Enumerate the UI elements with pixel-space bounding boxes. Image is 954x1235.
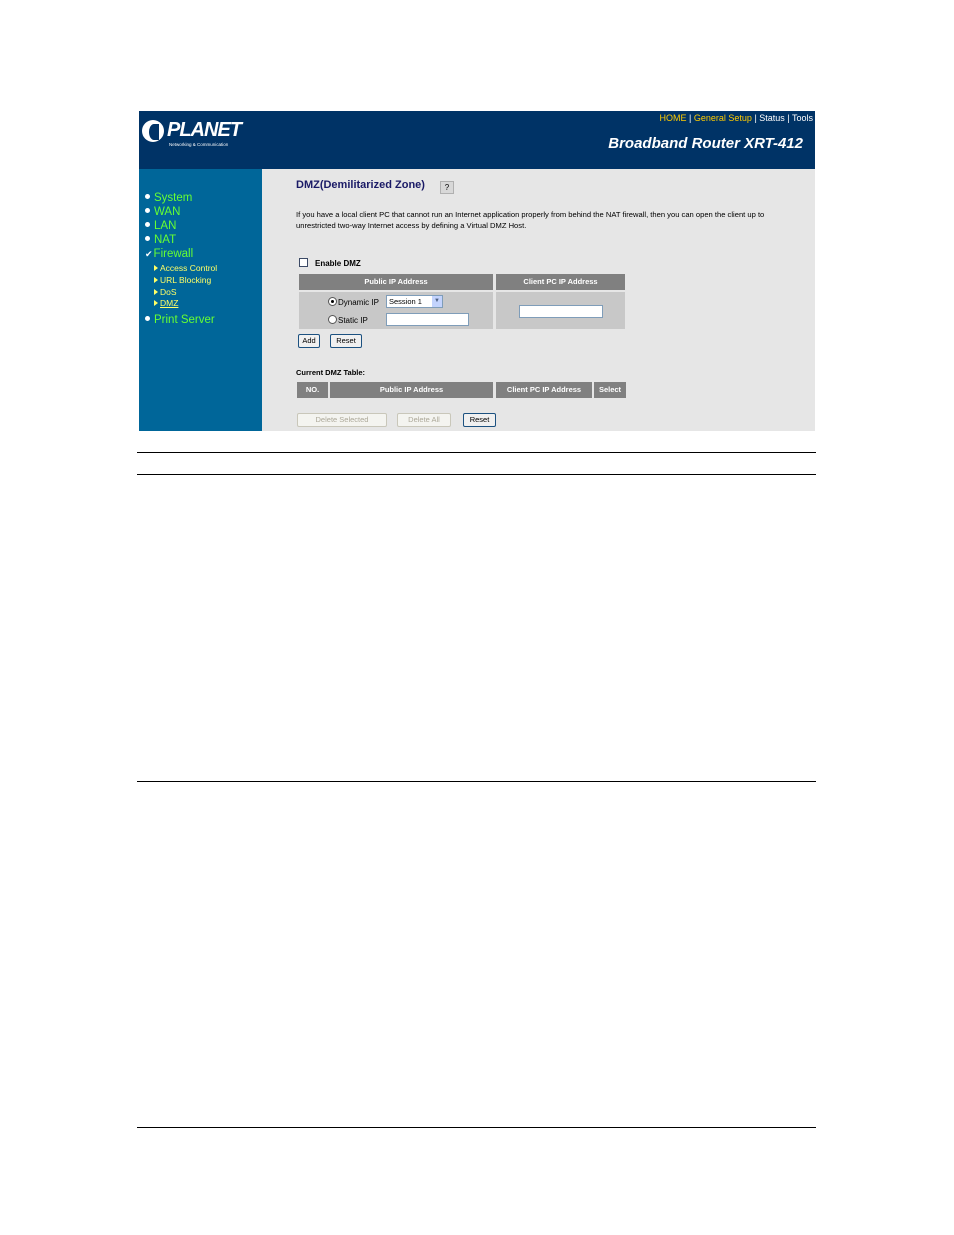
sidebar-subitem-label: URL Blocking (160, 275, 212, 285)
static-ip-radio[interactable] (328, 315, 337, 324)
sidebar-subitem-label: Access Control (160, 263, 218, 273)
sidebar-item-label: WAN (154, 206, 181, 218)
divider (137, 781, 816, 782)
divider (137, 452, 816, 453)
enable-dmz-label: Enable DMZ (315, 259, 361, 268)
nav-home-link[interactable]: HOME (660, 113, 687, 123)
sidebar-item-lan[interactable]: LAN (145, 219, 176, 233)
chevron-down-icon: ▼ (432, 296, 442, 307)
header-bar: PLANET Networking & Communication HOME |… (139, 111, 815, 169)
sidebar-item-system[interactable]: System (145, 191, 192, 205)
bullet-icon (145, 222, 150, 227)
bullet-icon (145, 236, 150, 241)
sidebar-subitem-label: DoS (160, 287, 177, 297)
session-select-value: Session 1 (389, 297, 422, 306)
bullet-icon (145, 208, 150, 213)
planet-logo: PLANET Networking & Communication (142, 119, 242, 149)
router-screenshot: PLANET Networking & Communication HOME |… (139, 111, 815, 431)
dynamic-ip-option: Dynamic IP (328, 297, 379, 307)
dynamic-ip-radio[interactable] (328, 297, 337, 306)
sidebar-subitem-dos[interactable]: DoS (154, 287, 177, 298)
enable-dmz-option: Enable DMZ (299, 258, 361, 268)
nav-general-setup-link[interactable]: General Setup (694, 113, 752, 123)
static-ip-input[interactable] (386, 313, 469, 326)
divider (137, 1127, 816, 1128)
session-select[interactable]: Session 1 ▼ (386, 295, 443, 308)
table-header-select: Select (594, 382, 626, 398)
reset-button[interactable]: Reset (330, 334, 362, 348)
sidebar-subitem-access-control[interactable]: Access Control (154, 263, 217, 274)
sidebar-item-label: Print Server (154, 314, 215, 326)
bullet-icon (145, 316, 150, 321)
nav-separator: | (686, 113, 694, 123)
current-dmz-table-title: Current DMZ Table: (296, 368, 366, 377)
dynamic-ip-label: Dynamic IP (338, 298, 379, 307)
static-ip-label: Static IP (338, 316, 368, 325)
sidebar-item-nat[interactable]: NAT (145, 233, 176, 247)
triangle-right-icon (154, 277, 158, 283)
table-header-no: NO. (297, 382, 328, 398)
sidebar-item-print-server[interactable]: Print Server (145, 313, 215, 327)
triangle-right-icon (154, 265, 158, 271)
logo-brand: PLANET (167, 119, 242, 141)
triangle-right-icon (154, 300, 158, 306)
top-navigation: HOME | General Setup | Status | Tools (660, 113, 813, 123)
divider (137, 474, 816, 475)
intro-text: If you have a local client PC that canno… (296, 210, 765, 230)
add-button[interactable]: Add (298, 334, 320, 348)
triangle-right-icon (154, 289, 158, 295)
sidebar-item-wan[interactable]: WAN (145, 205, 180, 219)
delete-selected-button[interactable]: Delete Selected (297, 413, 387, 427)
sidebar-subitem-dmz[interactable]: DMZ (154, 298, 178, 309)
client-ip-input[interactable] (519, 305, 603, 318)
bullet-icon (145, 194, 150, 199)
static-ip-option: Static IP (328, 315, 368, 325)
sidebar-item-firewall[interactable]: ✔Firewall (145, 247, 193, 261)
help-icon[interactable]: ? (440, 181, 454, 194)
sidebar-item-label: System (154, 192, 193, 204)
table-header-client-ip: Client PC IP Address (496, 382, 592, 398)
sidebar-item-label: LAN (154, 220, 177, 232)
logo-tagline: Networking & Communication (169, 142, 229, 147)
nav-status-link[interactable]: Status (759, 113, 785, 123)
enable-dmz-checkbox[interactable] (299, 258, 308, 267)
reset-table-button[interactable]: Reset (463, 413, 496, 427)
sidebar: System WAN LAN NAT ✔Firewall Access Cont… (139, 169, 262, 431)
table-header-public-ip: Public IP Address (330, 382, 493, 398)
product-name: Broadband Router XRT-412 (608, 135, 803, 152)
page-title: DMZ(Demilitarized Zone) (296, 179, 425, 191)
client-pc-ip-header: Client PC IP Address (496, 274, 625, 290)
sidebar-item-label: NAT (154, 234, 177, 246)
nav-separator: | (784, 113, 792, 123)
main-content: DMZ(Demilitarized Zone) ? If you have a … (262, 169, 815, 431)
sidebar-subitem-label: DMZ (160, 298, 179, 308)
checkmark-icon: ✔ (145, 249, 153, 259)
public-ip-header: Public IP Address (299, 274, 493, 290)
globe-icon (142, 120, 164, 142)
sidebar-item-label: Firewall (153, 248, 194, 260)
nav-tools-link[interactable]: Tools (792, 113, 813, 123)
sidebar-subitem-url-blocking[interactable]: URL Blocking (154, 275, 211, 286)
delete-all-button[interactable]: Delete All (397, 413, 451, 427)
